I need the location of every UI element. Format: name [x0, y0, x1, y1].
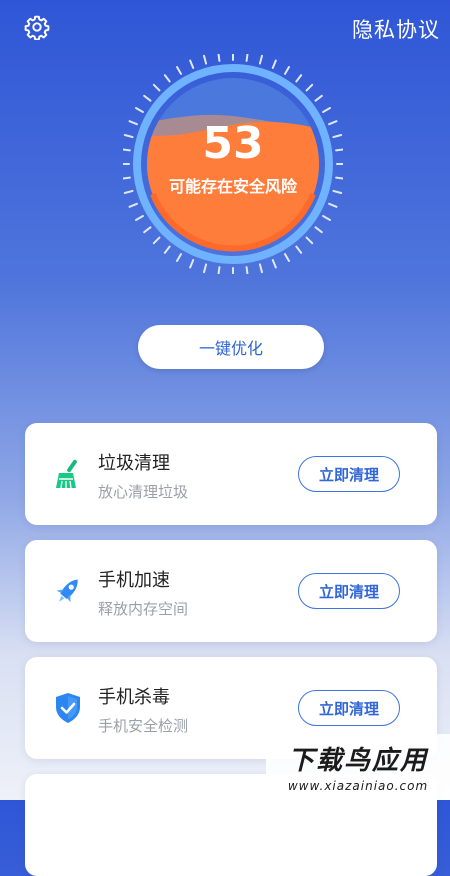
- gauge-tick: [284, 253, 290, 262]
- clean-now-button[interactable]: 立即清理: [298, 573, 400, 609]
- gauge-tick: [163, 245, 171, 254]
- security-score: 53: [202, 118, 264, 169]
- card-title: 手机加速: [98, 570, 170, 591]
- gauge-tick: [217, 266, 221, 274]
- card-title: 手机杀毒: [98, 687, 170, 708]
- rocket-icon: [56, 579, 78, 603]
- watermark-title: 下载鸟应用: [287, 746, 428, 776]
- gauge-tick: [176, 253, 182, 262]
- gauge-tick: [203, 54, 208, 65]
- gauge-tick: [295, 74, 303, 83]
- clean-now-button[interactable]: 立即清理: [298, 690, 400, 726]
- gauge-tick: [217, 54, 221, 62]
- gauge-tick: [258, 263, 263, 274]
- broom-icon: [56, 459, 77, 489]
- shield-check-icon: [56, 693, 80, 723]
- card-subtitle: 释放内存空间: [98, 600, 189, 618]
- gauge-tick: [245, 266, 249, 274]
- gauge-tick: [322, 215, 331, 221]
- card-subtitle: 手机安全检测: [98, 717, 189, 735]
- card-phone-speedup: 手机加速 释放内存空间 立即清理: [25, 540, 437, 642]
- gauge-tick: [258, 54, 263, 65]
- risk-status: 可能存在安全风险: [168, 177, 297, 196]
- gauge-tick: [152, 236, 161, 245]
- card-subtitle: 放心清理垃圾: [98, 483, 189, 501]
- card-junk-clean: 垃圾清理 放心清理垃圾 立即清理: [25, 423, 437, 525]
- gauge-tick: [314, 94, 323, 102]
- one-key-optimize-button[interactable]: 一键优化: [138, 325, 324, 369]
- gauge-tick: [322, 107, 331, 113]
- gauge-tick: [245, 54, 249, 62]
- gauge-tick: [163, 74, 171, 83]
- gauge-tick: [189, 259, 195, 269]
- clean-now-button[interactable]: 立即清理: [298, 456, 400, 492]
- gauge-tick: [152, 83, 161, 92]
- site-watermark: 下载鸟应用 www.xiazainiao.com: [266, 734, 450, 800]
- gauge-tick: [143, 226, 152, 234]
- card-title: 垃圾清理: [98, 453, 170, 474]
- gauge-tick: [284, 66, 290, 75]
- gauge-tick: [328, 202, 338, 208]
- gauge-tick: [143, 94, 152, 102]
- gauge-tick: [295, 245, 303, 254]
- gear-icon[interactable]: [24, 14, 50, 40]
- gauge-tick: [305, 236, 314, 245]
- gauge-tick: [128, 202, 138, 208]
- gauge-tick: [271, 59, 277, 69]
- gauge-tick: [135, 215, 144, 221]
- gauge-tick: [176, 66, 182, 75]
- gauge-tick: [203, 263, 208, 274]
- gauge-tick: [189, 59, 195, 69]
- gauge-tick: [271, 259, 277, 269]
- watermark-url: www.xiazainiao.com: [287, 779, 429, 793]
- gauge-tick: [305, 83, 314, 92]
- gauge-tick: [314, 226, 323, 234]
- gauge-tick: [135, 107, 144, 113]
- privacy-policy-link[interactable]: 隐私协议: [352, 14, 440, 44]
